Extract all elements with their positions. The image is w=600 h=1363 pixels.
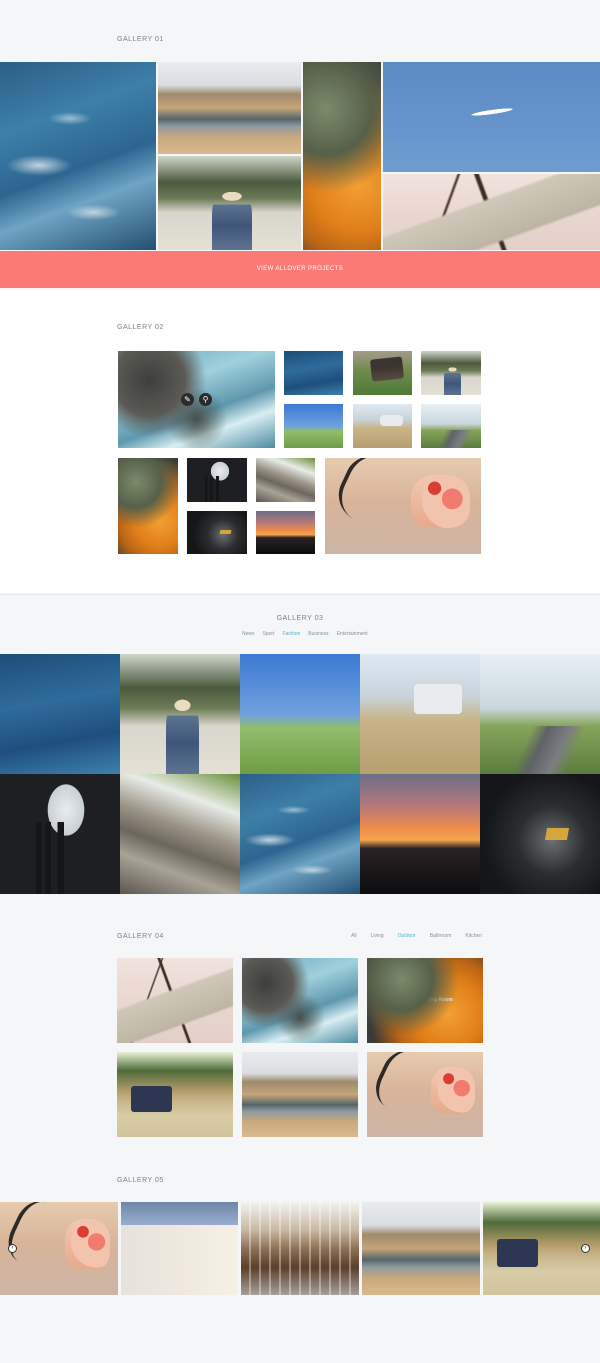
photo-rocky-shore[interactable]: ✎ ⚲ bbox=[118, 351, 275, 448]
photo-lichen[interactable] bbox=[303, 62, 381, 250]
filter-living[interactable]: Living bbox=[371, 933, 384, 939]
photo-hill-walkers[interactable] bbox=[284, 404, 343, 448]
photo-seagull[interactable] bbox=[383, 62, 600, 172]
photo-street-truck[interactable]: › bbox=[483, 1202, 600, 1295]
photo-country-road[interactable] bbox=[480, 654, 600, 774]
gallery-01-title: GALLERY 01 bbox=[117, 36, 164, 43]
photo-strawberry[interactable] bbox=[325, 458, 481, 554]
arrow-right-icon[interactable]: › bbox=[581, 1244, 590, 1253]
filter-all[interactable]: All bbox=[351, 933, 357, 939]
photo-street-truck[interactable] bbox=[117, 1052, 233, 1137]
view-projects-button[interactable]: VIEW ALLOVER PROJECTS bbox=[0, 251, 600, 288]
gallery-02-title: GALLERY 02 bbox=[117, 324, 164, 331]
photo-lichen[interactable]: Modern Living Room bbox=[367, 958, 483, 1043]
photo-marsh[interactable] bbox=[242, 1052, 358, 1137]
filter-kitchen[interactable]: Kitchen bbox=[465, 933, 482, 939]
search-icon[interactable]: ⚲ bbox=[199, 393, 212, 406]
filter-sport[interactable]: Sport bbox=[263, 631, 275, 637]
gallery-05-title: GALLERY 05 bbox=[117, 1177, 164, 1184]
gallery-04-filters: All Living Outdoor Bathroom Kitchen bbox=[351, 933, 482, 939]
photo-hat-man-small[interactable] bbox=[421, 351, 481, 395]
filter-fashion[interactable]: Fashion bbox=[282, 631, 300, 637]
photo-rocky-shore[interactable] bbox=[242, 958, 358, 1043]
photo-strawberry[interactable]: ‹ bbox=[0, 1202, 118, 1295]
photo-sails[interactable] bbox=[117, 958, 233, 1043]
photo-marsh[interactable] bbox=[362, 1202, 480, 1295]
photo-van-field[interactable] bbox=[353, 404, 412, 448]
arrow-left-icon[interactable]: ‹ bbox=[8, 1244, 17, 1253]
photo-hat-man[interactable] bbox=[120, 654, 240, 774]
filter-bathroom[interactable]: Bathroom bbox=[430, 933, 452, 939]
photo-lichen-small[interactable] bbox=[118, 458, 178, 554]
photo-bark[interactable] bbox=[256, 458, 315, 502]
link-icon[interactable]: ✎ bbox=[181, 393, 194, 406]
photo-dining-room[interactable] bbox=[241, 1202, 359, 1295]
gallery-03-filters: News Sport Fashion Business Entertainmen… bbox=[242, 631, 368, 637]
photo-bracelet[interactable] bbox=[121, 1202, 238, 1295]
gallery-03-title: GALLERY 03 bbox=[276, 615, 324, 622]
photo-bench[interactable] bbox=[353, 351, 412, 395]
filter-business[interactable]: Business bbox=[308, 631, 328, 637]
photo-country-road[interactable] bbox=[421, 404, 481, 448]
photo-hat-man[interactable] bbox=[158, 156, 301, 250]
photo-tunnel[interactable] bbox=[187, 458, 247, 502]
photo-sunset[interactable] bbox=[256, 511, 315, 554]
photo-steering-wheel[interactable] bbox=[480, 774, 600, 894]
filter-entertainment[interactable]: Entertainment bbox=[337, 631, 368, 637]
filter-outdoor[interactable]: Outdoor bbox=[398, 933, 416, 939]
photo-surfers[interactable] bbox=[240, 774, 360, 894]
photo-tunnel[interactable] bbox=[0, 774, 120, 894]
photo-strawberry[interactable] bbox=[367, 1052, 483, 1137]
hover-caption: Modern Living Room bbox=[403, 997, 453, 1003]
photo-marsh[interactable] bbox=[158, 62, 301, 154]
photo-hill-walkers[interactable] bbox=[240, 654, 360, 774]
gallery-04-title: GALLERY 04 bbox=[117, 933, 164, 940]
photo-sails[interactable] bbox=[383, 174, 600, 250]
photo-sea[interactable] bbox=[0, 654, 120, 774]
filter-news[interactable]: News bbox=[242, 631, 255, 637]
photo-bark[interactable] bbox=[120, 774, 240, 894]
photo-surfers[interactable] bbox=[0, 62, 156, 250]
photo-steering-wheel[interactable] bbox=[187, 511, 247, 554]
photo-sea[interactable] bbox=[284, 351, 343, 395]
photo-sunset[interactable] bbox=[360, 774, 480, 894]
photo-van-field[interactable] bbox=[360, 654, 480, 774]
